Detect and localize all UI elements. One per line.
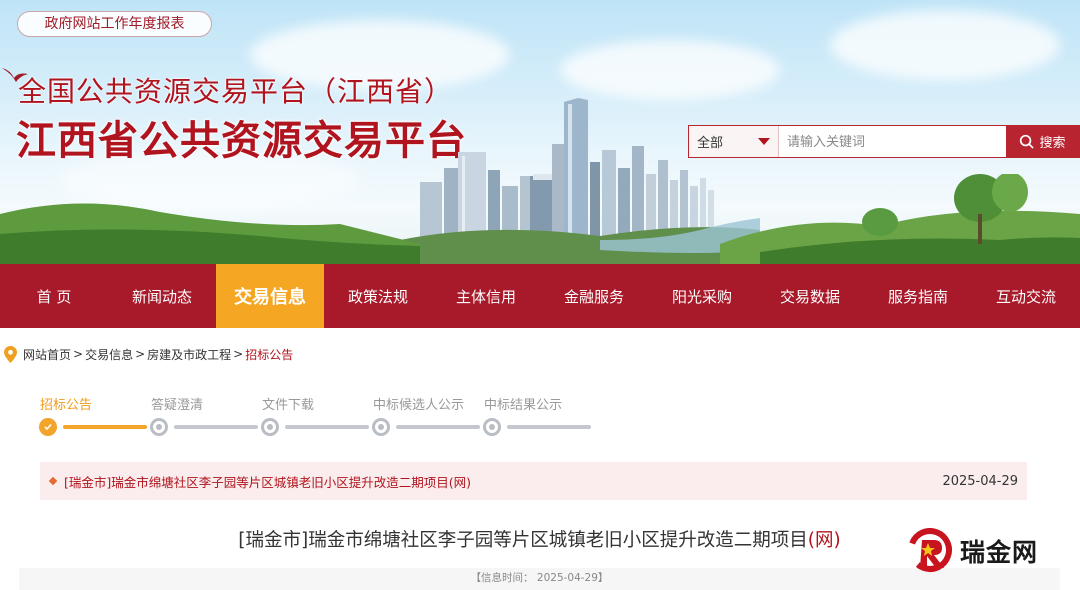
notice-title[interactable]: [瑞金市]瑞金市绵塘社区李子园等片区城镇老旧小区提升改造二期项目(网) [64,472,471,491]
search-input[interactable] [779,126,1006,157]
step-label: 中标候选人公示 [373,398,465,413]
nav-item-home[interactable]: 首 页 [0,264,108,328]
step-result-notice[interactable]: 中标结果公示 [483,394,594,444]
step-connector [63,425,147,429]
breadcrumb-separator: > [233,347,244,361]
step-label: 中标结果公示 [484,398,563,413]
article-info-time: 【信息时间： 2025-04-29】 [19,568,1060,590]
step-connector [507,425,591,429]
step-dot-icon [372,418,390,436]
search-category-select[interactable]: 全部 [689,126,779,157]
breadcrumb-home[interactable]: 网站首页 [23,346,71,363]
article-title-suffix: (网) [807,530,841,551]
watermark-logo: 瑞金网 [908,526,1068,576]
search-button[interactable]: 搜索 [1006,126,1079,157]
ruijin-logo-icon [908,528,952,572]
breadcrumb-current: 招标公告 [245,347,294,362]
nav-item-news[interactable]: 新闻动态 [108,264,216,328]
step-dot-icon [483,418,501,436]
hills-illustration [0,174,1080,264]
step-dot-icon [150,418,168,436]
notice-date: 2025-04-29 [942,473,1018,489]
process-steps: 招标公告 答疑澄清 文件下载 中标候选人公示 中标结果公示 [39,394,639,444]
step-connector [396,425,480,429]
step-label: 文件下载 [262,398,315,413]
watermark-text: 瑞金网 [960,538,1039,567]
step-dot-icon [261,418,279,436]
caret-down-icon [758,138,770,145]
article-title: [瑞金市]瑞金市绵塘社区李子园等片区城镇老旧小区提升改造二期项目(网) [19,526,1060,552]
main-nav: 首 页 新闻动态 交易信息 政策法规 主体信用 金融服务 阳光采购 交易数据 服… [0,264,1080,328]
location-pin-icon [4,345,17,363]
content-panel: 招标公告 答疑澄清 文件下载 中标候选人公示 中标结果公示 [瑞金市]瑞金市绵塘… [19,380,1060,590]
nav-item-trade-info[interactable]: 交易信息 [216,264,324,328]
search-bar: 全部 搜索 [688,125,1080,158]
step-connector [174,425,258,429]
step-file-download[interactable]: 文件下载 [261,394,372,444]
notice-list-item[interactable]: [瑞金市]瑞金市绵塘社区李子园等片区城镇老旧小区提升改造二期项目(网) 2025… [40,462,1027,500]
nav-item-trade-data[interactable]: 交易数据 [756,264,864,328]
breadcrumb-trade-info[interactable]: 交易信息 [85,346,133,363]
bullet-diamond-icon [48,476,58,486]
nav-item-policy[interactable]: 政策法规 [324,264,432,328]
breadcrumb-construction[interactable]: 房建及市政工程 [147,346,231,363]
breadcrumb-separator: > [73,347,84,361]
step-bid-announcement[interactable]: 招标公告 [39,394,150,444]
annual-report-link[interactable]: 政府网站工作年度报表 [17,11,212,37]
search-button-label: 搜索 [1039,136,1066,151]
step-label: 答疑澄清 [151,398,204,413]
step-check-icon [39,418,57,436]
search-category-value: 全部 [697,136,724,151]
article-title-main: [瑞金市]瑞金市绵塘社区李子园等片区城镇老旧小区提升改造二期项目 [238,530,808,551]
nav-item-procurement[interactable]: 阳光采购 [648,264,756,328]
breadcrumb: 网站首页 > 交易信息 > 房建及市政工程 > 招标公告 [0,340,1080,368]
search-icon [1020,134,1035,149]
step-label: 招标公告 [40,398,93,413]
nav-item-service-guide[interactable]: 服务指南 [864,264,972,328]
nav-item-finance[interactable]: 金融服务 [540,264,648,328]
step-connector [285,425,369,429]
platform-subtitle: 全国公共资源交易平台（江西省） [18,75,454,108]
nav-item-interaction[interactable]: 互动交流 [972,264,1080,328]
breadcrumb-separator: > [135,347,146,361]
nav-item-credit[interactable]: 主体信用 [432,264,540,328]
step-clarification[interactable]: 答疑澄清 [150,394,261,444]
step-candidate-notice[interactable]: 中标候选人公示 [372,394,483,444]
